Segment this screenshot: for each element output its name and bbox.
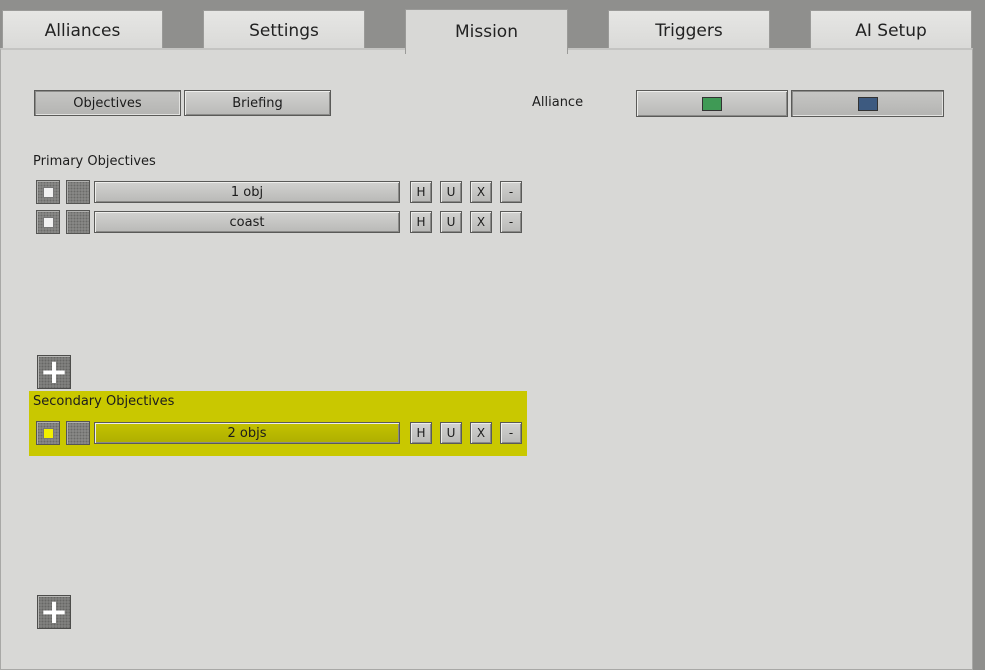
secondary-objectives-heading: Secondary Objectives [33, 394, 175, 409]
objective-h-button[interactable]: H [410, 211, 432, 233]
objective-h-button[interactable]: H [410, 181, 432, 203]
alliance-color-swatch [702, 96, 722, 111]
objective-type-icon[interactable] [66, 180, 90, 204]
add-primary-objective-button[interactable]: + [37, 355, 71, 389]
objective-remove-button[interactable]: - [500, 181, 522, 203]
objective-type-icon[interactable] [66, 210, 90, 234]
objective-u-button[interactable]: U [440, 211, 462, 233]
objective-x-button[interactable]: X [470, 422, 492, 444]
tab-alliances[interactable]: Alliances [2, 10, 163, 50]
objective-type-icon[interactable] [66, 421, 90, 445]
tab-settings[interactable]: Settings [203, 10, 365, 50]
primary-objectives-heading: Primary Objectives [33, 154, 156, 169]
objective-u-button[interactable]: U [440, 422, 462, 444]
add-secondary-objective-button[interactable]: + [37, 595, 71, 629]
briefing-subtab[interactable]: Briefing [184, 90, 331, 116]
alliance-color-swatch [857, 96, 878, 111]
objective-checkbox[interactable] [36, 421, 60, 445]
alliance-button-blue[interactable] [791, 90, 944, 117]
alliance-label: Alliance [532, 95, 584, 110]
tab-mission[interactable]: Mission [405, 9, 568, 54]
tab-triggers[interactable]: Triggers [608, 10, 770, 50]
objective-name-button[interactable]: 2 objs [94, 422, 400, 444]
objective-x-button[interactable]: X [470, 211, 492, 233]
objectives-subtab[interactable]: Objectives [34, 90, 181, 116]
objective-name-button[interactable]: 1 obj [94, 181, 400, 203]
mission-panel: Objectives Briefing Alliance Primary Obj… [0, 48, 973, 670]
objective-checkbox[interactable] [36, 210, 60, 234]
alliance-button-green[interactable] [636, 90, 788, 117]
objective-name-button[interactable]: coast [94, 211, 400, 233]
objective-remove-button[interactable]: - [500, 211, 522, 233]
objective-checkbox[interactable] [36, 180, 60, 204]
objective-u-button[interactable]: U [440, 181, 462, 203]
objective-x-button[interactable]: X [470, 181, 492, 203]
objective-remove-button[interactable]: - [500, 422, 522, 444]
objective-h-button[interactable]: H [410, 422, 432, 444]
tab-ai-setup[interactable]: AI Setup [810, 10, 972, 50]
